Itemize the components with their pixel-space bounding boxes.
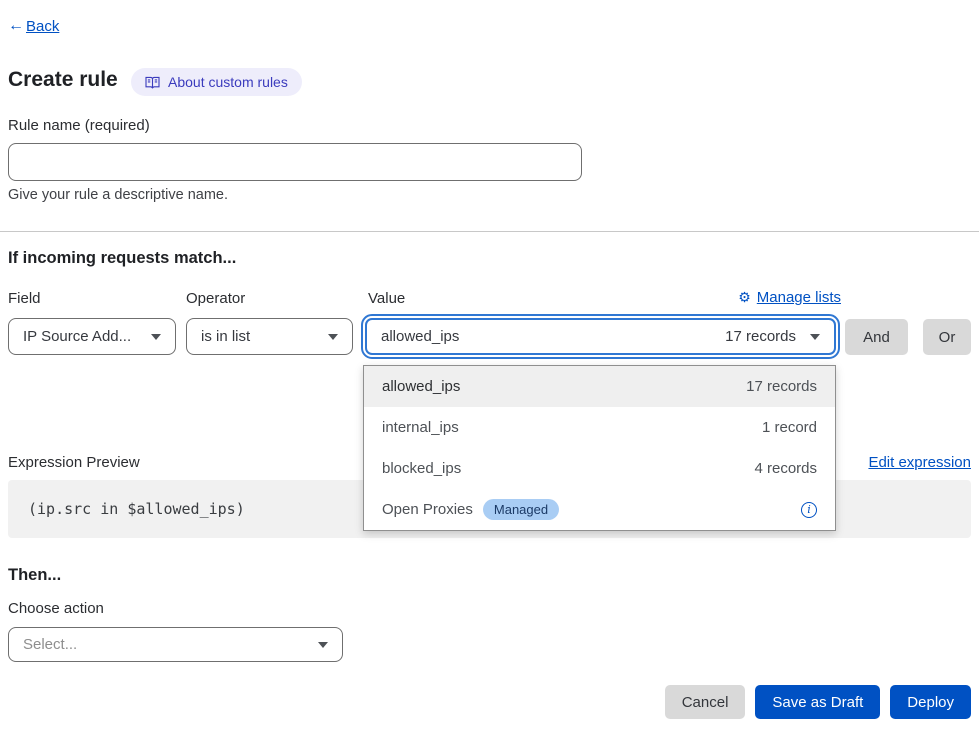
expression-code: (ip.src in $allowed_ips) <box>28 500 245 518</box>
list-option-meta: 4 records <box>754 460 817 477</box>
action-select[interactable]: Select... <box>8 627 343 662</box>
operator-label: Operator <box>186 290 245 307</box>
rule-name-helper: Give your rule a descriptive name. <box>8 187 228 203</box>
deploy-button[interactable]: Deploy <box>890 685 971 719</box>
list-option-allowed-ips[interactable]: allowed_ips 17 records <box>364 366 835 407</box>
list-option-blocked-ips[interactable]: blocked_ips 4 records <box>364 448 835 489</box>
match-section-heading: If incoming requests match... <box>8 249 236 268</box>
list-option-name: allowed_ips <box>382 378 460 395</box>
list-option-internal-ips[interactable]: internal_ips 1 record <box>364 407 835 448</box>
field-label: Field <box>8 290 41 307</box>
managed-badge: Managed <box>483 499 559 520</box>
value-label: Value <box>368 290 405 307</box>
gear-icon: ⚙ <box>738 289 751 306</box>
cancel-button[interactable]: Cancel <box>665 685 746 719</box>
manage-lists-link[interactable]: ⚙ Manage lists <box>738 289 841 306</box>
operator-select-value: is in list <box>201 328 250 345</box>
action-select-placeholder: Select... <box>23 636 77 653</box>
and-button[interactable]: And <box>845 319 908 355</box>
then-section-heading: Then... <box>8 566 61 585</box>
back-link[interactable]: ← Back <box>8 17 59 35</box>
value-select[interactable]: allowed_ips 17 records <box>365 318 836 355</box>
field-select[interactable]: IP Source Add... <box>8 318 176 355</box>
rule-name-label: Rule name (required) <box>8 117 150 134</box>
chevron-down-icon <box>151 334 161 340</box>
rule-name-input[interactable] <box>8 143 582 181</box>
list-option-name: blocked_ips <box>382 460 461 477</box>
chevron-down-icon <box>810 334 820 340</box>
back-link-label: Back <box>26 18 59 35</box>
value-select-meta: 17 records <box>725 328 796 345</box>
list-dropdown: allowed_ips 17 records internal_ips 1 re… <box>363 365 836 531</box>
about-badge-label: About custom rules <box>168 74 288 90</box>
book-icon <box>145 76 160 89</box>
field-select-value: IP Source Add... <box>23 328 131 345</box>
footer-actions: Cancel Save as Draft Deploy <box>665 685 971 719</box>
chevron-down-icon <box>328 334 338 340</box>
edit-expression-link[interactable]: Edit expression <box>868 454 971 471</box>
value-select-selected: allowed_ips <box>381 328 459 345</box>
list-option-open-proxies[interactable]: Open Proxies Managed <box>364 489 835 530</box>
list-option-name: Open Proxies <box>382 501 473 518</box>
arrow-left-icon: ← <box>8 17 24 35</box>
page-title: Create rule <box>8 68 118 92</box>
or-button[interactable]: Or <box>923 319 971 355</box>
operator-select[interactable]: is in list <box>186 318 353 355</box>
choose-action-label: Choose action <box>8 600 104 617</box>
list-option-name: internal_ips <box>382 419 459 436</box>
section-divider <box>0 231 979 232</box>
info-icon[interactable] <box>801 502 817 518</box>
chevron-down-icon <box>318 642 328 648</box>
about-custom-rules-link[interactable]: About custom rules <box>131 68 302 96</box>
save-as-draft-button[interactable]: Save as Draft <box>755 685 880 719</box>
expression-preview-label: Expression Preview <box>8 454 140 471</box>
manage-lists-label: Manage lists <box>757 289 841 306</box>
list-option-meta: 17 records <box>746 378 817 395</box>
create-rule-page: ← Back Create rule About custom rules Ru… <box>0 0 979 739</box>
list-option-meta: 1 record <box>762 419 817 436</box>
